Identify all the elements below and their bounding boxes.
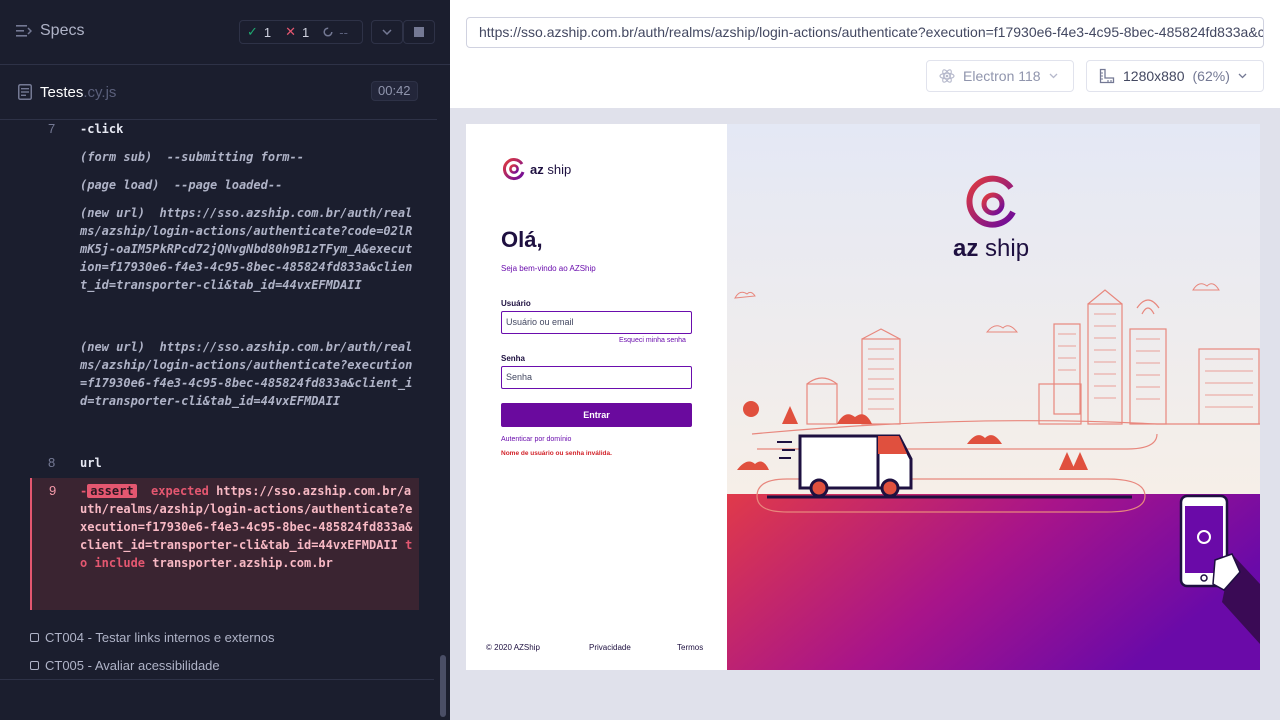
hero-illustration: az ship <box>727 124 1260 670</box>
command-log: 7 -click (form sub) --submitting form-- … <box>0 120 434 680</box>
copyright-text: © 2020 AZShip <box>486 643 540 652</box>
test-item[interactable]: CT004 - Testar links internos e externos <box>30 630 275 645</box>
hero-logo-rest: ship <box>978 235 1029 262</box>
command-label: (new url) <box>80 340 146 354</box>
command-row[interactable]: (form sub) --submitting form-- <box>30 148 419 170</box>
spec-title: Testes.cy.js <box>40 84 116 101</box>
reporter-header: Specs ✓ 1 ✕ 1 -- <box>0 0 450 65</box>
svg-text:az ship: az ship <box>953 235 1029 262</box>
username-field[interactable]: Usuário ou email <box>501 311 692 334</box>
azship-logo: az ship <box>502 157 571 181</box>
greeting-heading: Olá, <box>501 227 543 252</box>
command-number: 7 <box>48 121 56 136</box>
azship-logo-icon <box>503 158 525 181</box>
passed-count: 1 <box>263 24 272 40</box>
command-message: --submitting form-- <box>166 150 304 164</box>
viewport-size: 1280x880 <box>1123 68 1185 84</box>
command-message: --page loaded-- <box>173 178 283 192</box>
command-row[interactable]: (new url) https://sso.azship.com.br/auth… <box>30 204 419 330</box>
command-row[interactable]: 7 -click <box>30 120 419 142</box>
test-stats: ✓ 1 ✕ 1 -- <box>239 20 363 44</box>
assert-tag: assert <box>87 484 137 498</box>
viewport-selector[interactable]: 1280x880 (62%) <box>1086 60 1264 92</box>
document-icon <box>18 84 32 100</box>
test-title: CT005 - Avaliar acessibilidade <box>45 658 220 673</box>
command-number: 8 <box>48 455 56 470</box>
assert-expected: expected <box>151 484 209 498</box>
chevron-down-icon <box>382 29 392 35</box>
failed-stat: ✕ 1 <box>278 24 316 40</box>
welcome-text: Seja bem-vindo ao AZShip <box>501 264 596 273</box>
test-status-icon <box>30 633 39 642</box>
failed-count: 1 <box>302 24 310 40</box>
command-number: 9 <box>49 483 57 498</box>
command-log-panel: Specs ✓ 1 ✕ 1 -- Testes.cy.js 00:42 7 -c… <box>0 0 450 720</box>
browser-name: Electron 118 <box>963 68 1041 84</box>
ruler-icon <box>1099 68 1115 84</box>
spec-name: Testes <box>40 84 84 101</box>
chevron-down-icon <box>1049 73 1058 79</box>
test-status-icon <box>30 661 39 670</box>
chevron-down-icon <box>1238 73 1247 79</box>
forgot-password-link[interactable]: Esqueci minha senha <box>619 337 686 344</box>
password-field[interactable]: Senha <box>501 366 692 389</box>
menu-icon <box>16 25 32 37</box>
test-title: CT004 - Testar links internos e externos <box>45 630 275 645</box>
specs-label: Specs <box>40 22 85 39</box>
assert-target: transporter.azship.com.br <box>152 556 333 570</box>
command-log-scrollbar[interactable] <box>437 65 450 720</box>
aut-iframe: az ship Olá, Seja bem-vindo ao AZShip Us… <box>466 124 1260 670</box>
divider <box>0 679 434 680</box>
password-label: Senha <box>501 354 526 363</box>
spinner-icon <box>323 27 333 37</box>
command-row[interactable]: 8 url <box>30 454 419 476</box>
command-label: (page load) <box>80 178 160 192</box>
scroll-thumb[interactable] <box>440 655 446 717</box>
stop-icon <box>414 27 424 37</box>
command-row[interactable]: (new url) https://sso.azship.com.br/auth… <box>30 338 419 446</box>
command-label: (form sub) <box>80 150 153 164</box>
command-name: -click <box>80 122 124 136</box>
login-panel: az ship Olá, Seja bem-vindo ao AZShip Us… <box>466 124 727 670</box>
electron-icon <box>939 69 955 83</box>
pending-count: -- <box>339 24 348 40</box>
passed-stat: ✓ 1 <box>240 24 278 40</box>
browser-selector[interactable]: Electron 118 <box>926 60 1074 92</box>
hero-logo-bold: az <box>953 235 978 262</box>
terms-link[interactable]: Termos <box>677 643 703 652</box>
logo-text: az ship <box>530 162 571 177</box>
zoom-level: (62%) <box>1192 68 1230 84</box>
spec-title-row: Testes.cy.js 00:42 <box>0 65 450 120</box>
command-name: url <box>80 456 102 470</box>
login-button[interactable]: Entrar <box>501 403 692 427</box>
specs-button[interactable]: Specs <box>16 22 84 40</box>
x-icon: ✕ <box>285 24 297 39</box>
failed-assert-row[interactable]: 9 - assert expected https://sso.azship.co… <box>30 478 419 610</box>
spec-duration: 00:42 <box>371 81 418 101</box>
pending-stat: -- <box>316 25 355 40</box>
check-icon: ✓ <box>247 24 258 39</box>
error-message: Nome de usuário ou senha inválida. <box>501 450 612 457</box>
stop-button[interactable] <box>403 20 435 44</box>
aut-url-bar[interactable]: https://sso.azship.com.br/auth/realms/az… <box>466 17 1264 48</box>
logo-text-bold: az <box>530 161 544 177</box>
expand-button[interactable] <box>371 20 403 44</box>
spec-extension: .cy.js <box>83 84 117 101</box>
logo-text-rest: ship <box>543 161 572 177</box>
command-row[interactable]: (page load) --page loaded-- <box>30 176 419 198</box>
aut-panel: https://sso.azship.com.br/auth/realms/az… <box>450 0 1280 720</box>
domain-auth-link[interactable]: Autenticar por domínio <box>501 436 571 443</box>
command-label: (new url) <box>80 206 146 220</box>
test-item[interactable]: CT005 - Avaliar acessibilidade <box>30 658 220 673</box>
aut-header: https://sso.azship.com.br/auth/realms/az… <box>450 0 1280 108</box>
username-label: Usuário <box>501 299 531 308</box>
privacy-link[interactable]: Privacidade <box>589 643 631 652</box>
